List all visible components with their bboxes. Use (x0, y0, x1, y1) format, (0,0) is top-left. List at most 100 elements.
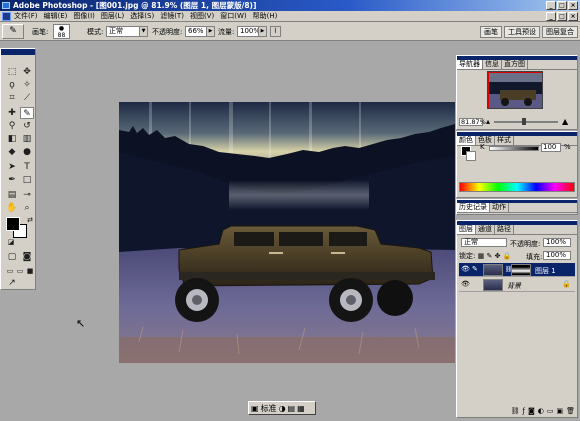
adjustment-layer-icon[interactable]: ◐ (538, 407, 544, 417)
new-group-icon[interactable]: ▭ (547, 407, 554, 417)
standard-mode-icon[interactable]: ▢ (5, 251, 19, 263)
imageready-jump-icon[interactable]: ↗ (5, 277, 19, 289)
brush-preset-picker[interactable]: ● 88 (53, 24, 70, 39)
zoom-tool-icon[interactable]: ⌕ (20, 202, 34, 214)
hand-tool-icon[interactable]: ✋ (5, 202, 19, 214)
tab-paths[interactable]: 路径 (495, 225, 514, 234)
standard-mode-label[interactable]: 标准 (261, 403, 277, 414)
mode-dropdown[interactable]: 正常 ▼ (106, 26, 148, 37)
swap-colors-icon[interactable]: ⇄ (23, 214, 37, 226)
layer-style-icon[interactable]: ƒ (522, 407, 524, 417)
screen-mode-full-icon[interactable]: ■ (23, 265, 37, 277)
menu-image[interactable]: 图像(I) (73, 11, 95, 21)
pen-tool-icon[interactable]: ✒ (5, 174, 19, 186)
tab-info[interactable]: 信息 (483, 60, 502, 69)
airbrush-icon[interactable]: ⌇ (270, 26, 281, 37)
menu-edit[interactable]: 编辑(E) (44, 11, 68, 21)
image-icon[interactable]: ▣ (251, 404, 259, 413)
brush-tool-icon[interactable]: ✎ (20, 107, 34, 119)
eraser-tool-icon[interactable]: ◧ (5, 133, 19, 145)
tab-swatches[interactable]: 色板 (476, 136, 495, 145)
layer-thumbnail[interactable] (483, 264, 503, 276)
menu-select[interactable]: 选择(S) (130, 11, 154, 21)
lock-transparency-icon[interactable]: ▦ (478, 252, 485, 260)
tab-layer-comps[interactable]: 图层复合 (542, 26, 578, 38)
lock-all-icon[interactable]: 🔒 (503, 252, 512, 260)
gradient-tool-icon[interactable]: ▥ (20, 133, 34, 145)
navigator-zoom-slider[interactable] (494, 118, 558, 125)
tab-layers[interactable]: 图层 (457, 225, 476, 234)
menu-window[interactable]: 窗口(W) (220, 11, 246, 21)
tab-brushes[interactable]: 画笔 (480, 26, 502, 38)
color-spectrum-bar[interactable] (459, 182, 575, 192)
tab-styles[interactable]: 样式 (495, 136, 514, 145)
close-button[interactable]: × (568, 1, 578, 10)
crop-tool-icon[interactable]: ⌗ (5, 92, 19, 104)
quick-mask-mode-icon[interactable]: ◙ (20, 251, 34, 263)
dodge-tool-icon[interactable]: ● (20, 146, 34, 158)
document-icon[interactable] (2, 12, 11, 21)
menu-file[interactable]: 文件(F) (14, 11, 38, 21)
layer-opacity-field[interactable]: 100% (543, 238, 571, 247)
default-colors-icon[interactable]: ◪ (4, 236, 18, 248)
link-layers-icon[interactable]: ⛓ (511, 407, 520, 417)
history-brush-tool-icon[interactable]: ↺ (20, 120, 34, 132)
eye-icon[interactable]: 👁 (461, 280, 470, 289)
fill-field[interactable]: 100% (543, 251, 571, 260)
doc-minimize-button[interactable]: _ (546, 12, 556, 21)
slice-tool-icon[interactable]: ⟋ (20, 92, 34, 104)
tab-tool-presets[interactable]: 工具预设 (504, 26, 540, 38)
menu-help[interactable]: 帮助(H) (253, 11, 278, 21)
shape-tool-icon[interactable]: □ (20, 174, 34, 186)
brush-icon[interactable]: ✎ (472, 265, 481, 274)
blur-tool-icon[interactable]: ◆ (5, 146, 19, 158)
marquee-tool-icon[interactable]: ⬚ (5, 66, 19, 78)
menu-layer[interactable]: 图层(L) (101, 11, 124, 21)
tab-actions[interactable]: 动作 (490, 203, 509, 212)
tools-palette-header[interactable] (1, 49, 35, 55)
magic-wand-tool-icon[interactable]: ✧ (20, 79, 34, 91)
move-tool-icon[interactable]: ✥ (20, 66, 34, 78)
menu-filter[interactable]: 滤镜(T) (160, 11, 184, 21)
full-screen-icon[interactable]: ▦ (297, 404, 305, 413)
doc-close-button[interactable]: × (568, 12, 578, 21)
screen-mode-icon[interactable]: ▤ (288, 404, 296, 413)
flow-field[interactable]: 100% ▶ (237, 26, 267, 37)
blend-mode-dropdown[interactable]: 正常 (461, 238, 507, 247)
zoom-in-icon[interactable]: ▲ (562, 117, 568, 126)
lock-image-icon[interactable]: ✎ (486, 252, 492, 260)
opacity-field[interactable]: 66% ▶ (185, 26, 215, 37)
tab-color[interactable]: 颜色 (457, 136, 476, 145)
tab-navigator[interactable]: 导航器 (457, 60, 483, 69)
tab-channels[interactable]: 通道 (476, 225, 495, 234)
lasso-tool-icon[interactable]: ϙ (5, 79, 19, 91)
color-background-swatch[interactable] (466, 151, 476, 161)
layer-name[interactable]: 图层 1 (535, 266, 556, 276)
k-channel-slider[interactable] (489, 146, 539, 151)
lock-position-icon[interactable]: ✥ (495, 252, 501, 260)
tab-history[interactable]: 历史记录 (457, 203, 490, 212)
eyedropper-tool-icon[interactable]: ⊸ (20, 189, 34, 201)
layer-mask-thumbnail[interactable] (511, 264, 531, 276)
path-selection-tool-icon[interactable]: ➤ (5, 161, 19, 173)
maximize-button[interactable]: □ (557, 1, 567, 10)
add-mask-icon[interactable]: ◙ (528, 407, 535, 417)
document-canvas[interactable] (119, 102, 455, 363)
navigator-zoom-field[interactable]: 81.87% (459, 118, 486, 126)
layer-row-background[interactable]: 👁 背景 🔒 (459, 278, 575, 292)
clone-stamp-tool-icon[interactable]: ⚲ (5, 120, 19, 132)
zoom-out-icon[interactable]: ▴ (486, 117, 490, 126)
menu-view[interactable]: 视图(V) (190, 11, 214, 21)
k-channel-value[interactable]: 100 (541, 143, 561, 152)
eye-icon[interactable]: 👁 (461, 265, 470, 274)
minimize-button[interactable]: _ (546, 1, 556, 10)
doc-restore-button[interactable]: □ (557, 12, 567, 21)
brush-icon[interactable]: ✎ (2, 24, 24, 39)
navigator-thumbnail[interactable] (487, 71, 543, 109)
layer-name[interactable]: 背景 (507, 281, 521, 291)
notes-tool-icon[interactable]: ▤ (5, 189, 19, 201)
quick-mask-icon[interactable]: ◑ (279, 404, 286, 413)
navigator-view-box[interactable] (488, 72, 542, 108)
layer-row-layer-1[interactable]: 👁 ✎ ⛓ 图层 1 (459, 263, 575, 277)
slider-knob[interactable] (522, 118, 526, 125)
